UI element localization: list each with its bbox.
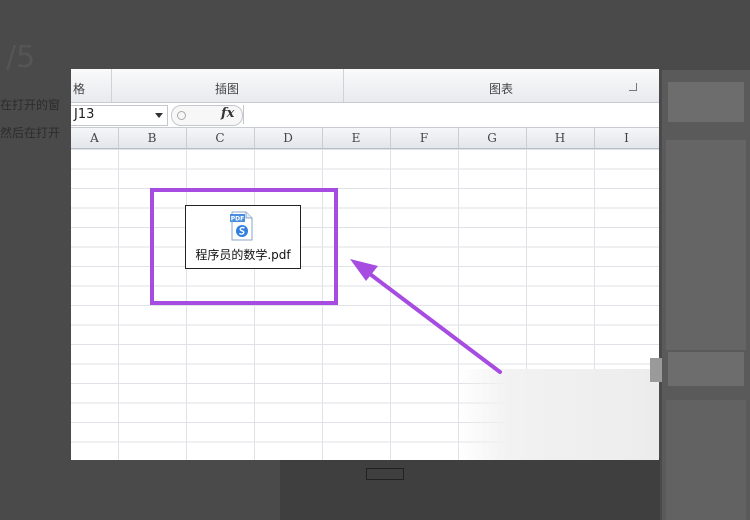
bg-scroll-block xyxy=(650,358,662,382)
arrow-annotation xyxy=(350,259,502,374)
